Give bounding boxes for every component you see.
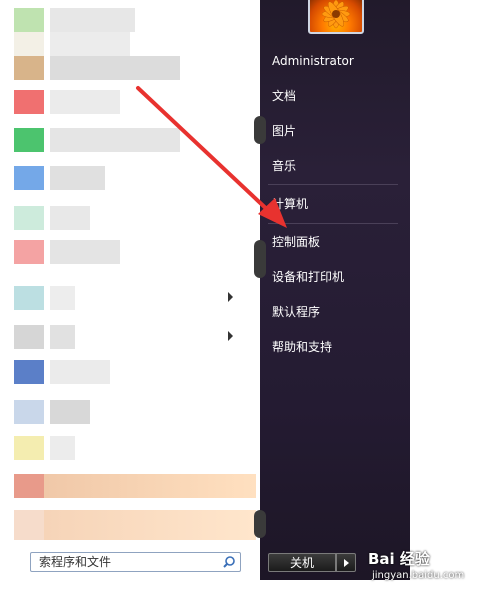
menu-item-music[interactable]: 音乐 (272, 158, 296, 174)
search-box[interactable] (30, 552, 241, 572)
chevron-right-icon (228, 331, 233, 341)
menu-item-user[interactable]: Administrator (272, 53, 354, 69)
flower-avatar-icon (321, 0, 351, 29)
shutdown-button[interactable]: 关机 (268, 553, 336, 572)
program-folder[interactable] (0, 286, 245, 310)
chevron-right-icon[interactable] (336, 553, 356, 572)
menu-item-devices-printers[interactable]: 设备和打印机 (272, 269, 344, 285)
menu-item-pictures[interactable]: 图片 (272, 123, 296, 139)
tab-notch (254, 510, 266, 538)
separator (268, 223, 398, 224)
program-item[interactable] (0, 360, 245, 384)
chevron-right-icon (228, 292, 233, 302)
watermark-logo: Bai 经验 (368, 550, 430, 568)
program-item[interactable] (0, 56, 245, 80)
menu-item-help-support[interactable]: 帮助和支持 (272, 339, 332, 355)
program-item[interactable] (0, 400, 245, 424)
program-item[interactable] (0, 436, 245, 460)
watermark: Bai 经验 jingyan.baidu.com (368, 548, 488, 590)
program-item[interactable] (0, 474, 258, 498)
background (410, 0, 491, 580)
separator (268, 184, 398, 185)
tab-notch (254, 116, 266, 144)
program-item[interactable] (0, 90, 245, 114)
menu-item-control-panel[interactable]: 控制面板 (272, 234, 320, 250)
program-item[interactable] (0, 206, 245, 230)
program-item[interactable] (0, 32, 245, 56)
program-item[interactable] (0, 166, 245, 190)
program-item[interactable] (0, 510, 258, 540)
flower-avatar-icon[interactable] (308, 0, 364, 34)
menu-item-documents[interactable]: 文档 (272, 88, 296, 104)
program-list-panel (0, 0, 261, 580)
menu-item-computer[interactable]: 计算机 (272, 196, 308, 212)
right-menu-panel: Administrator 文档 图片 音乐 计算机 控制面板 设备和打印机 默… (254, 0, 411, 580)
tab-notch (254, 240, 266, 278)
program-item[interactable] (0, 128, 245, 152)
search-icon[interactable] (222, 555, 236, 569)
watermark-url: jingyan.baidu.com (372, 570, 465, 581)
menu-item-default-programs[interactable]: 默认程序 (272, 304, 320, 320)
program-folder[interactable] (0, 325, 245, 349)
program-item[interactable] (0, 240, 245, 264)
search-input[interactable] (39, 554, 219, 570)
program-item[interactable] (0, 8, 245, 32)
